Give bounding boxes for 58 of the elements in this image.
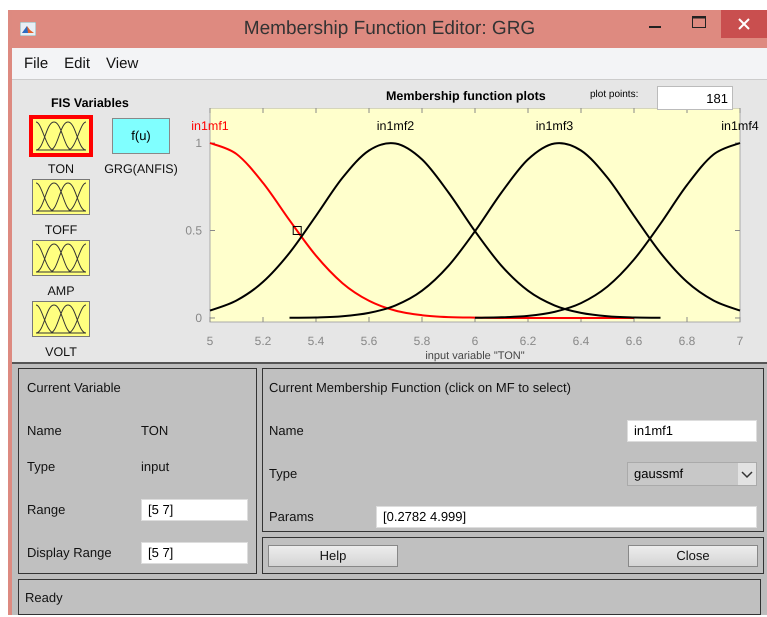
variable-button[interactable]: TOFF xyxy=(26,179,96,237)
input-field[interactable]: [5 7] xyxy=(141,498,248,520)
fis-variables-title: FIS Variables xyxy=(51,96,130,110)
field-value: TON xyxy=(141,422,168,438)
field-label: Range xyxy=(27,502,66,517)
input-field[interactable]: [5 7] xyxy=(141,542,248,564)
x-tick-label: 6 xyxy=(472,334,478,348)
variable-button[interactable]: f(u) GRG(ANFIS) xyxy=(96,118,186,176)
chevron-down-icon xyxy=(738,462,756,484)
x-tick-label: 5.4 xyxy=(308,334,324,348)
dialog-button[interactable]: Close xyxy=(628,544,758,566)
y-tick-label: 0 xyxy=(195,310,202,325)
menu-item[interactable]: View xyxy=(100,53,144,74)
curve-label[interactable]: in1mf2 xyxy=(376,119,414,133)
dialog-button[interactable]: Help xyxy=(268,544,398,566)
plot-title: Membership function plots xyxy=(386,89,546,103)
membership-curve[interactable] xyxy=(474,142,740,319)
window-title: Membership Function Editor: GRG xyxy=(244,18,536,40)
field-label: Display Range xyxy=(27,545,113,560)
app-icon xyxy=(20,22,36,36)
x-axis-label: input variable "TON" xyxy=(425,350,525,362)
panel-title: Current Variable xyxy=(27,380,122,395)
x-tick-label: 5 xyxy=(206,334,214,348)
x-tick-label: 6.6 xyxy=(626,334,642,348)
membership-curve[interactable] xyxy=(289,142,740,319)
curve-label[interactable]: in1mf4 xyxy=(721,119,759,133)
y-tick-label: 1 xyxy=(195,136,202,150)
name-field[interactable]: in1mf1 xyxy=(627,420,757,442)
x-tick-label: 7 xyxy=(736,334,744,348)
x-tick-label: 6.4 xyxy=(572,334,590,348)
field-label: Name xyxy=(269,423,305,438)
params-field[interactable]: [0.2782 4.999] xyxy=(376,506,757,528)
type-dropdown[interactable]: gaussmf xyxy=(627,462,757,486)
x-tick-label: 6.8 xyxy=(678,334,696,348)
field-label: Type xyxy=(27,459,56,474)
y-tick-label: 0.5 xyxy=(185,223,202,238)
field-value: input xyxy=(141,459,170,474)
menu-item[interactable]: File xyxy=(18,53,54,74)
field-label: Type xyxy=(269,466,298,481)
panel-title: Current Membership Function (click on MF to select) xyxy=(269,380,572,395)
close-icon[interactable] xyxy=(721,10,767,38)
variable-button[interactable]: TON xyxy=(26,118,96,176)
function-tile: f(u) xyxy=(112,118,170,154)
x-tick-label: 6.2 xyxy=(520,334,536,348)
x-tick-label: 5.8 xyxy=(414,334,430,348)
variable-button[interactable]: AMP xyxy=(26,240,96,298)
field-label: Params xyxy=(269,509,315,524)
menu-item[interactable]: Edit xyxy=(58,53,96,74)
x-tick-label: 5.2 xyxy=(254,334,272,348)
curve-label[interactable]: in1mf3 xyxy=(536,119,574,133)
status-text: Ready xyxy=(25,590,63,604)
curve-handle[interactable] xyxy=(292,226,302,235)
plot-points-field[interactable]: 181 xyxy=(657,86,733,110)
field-label: Name xyxy=(27,422,63,438)
x-tick-label: 5.6 xyxy=(360,334,378,348)
plot-points-label: plot points: xyxy=(590,89,638,100)
curve-label[interactable]: in1mf1 xyxy=(191,119,229,133)
variable-button[interactable]: VOLT xyxy=(26,301,96,359)
